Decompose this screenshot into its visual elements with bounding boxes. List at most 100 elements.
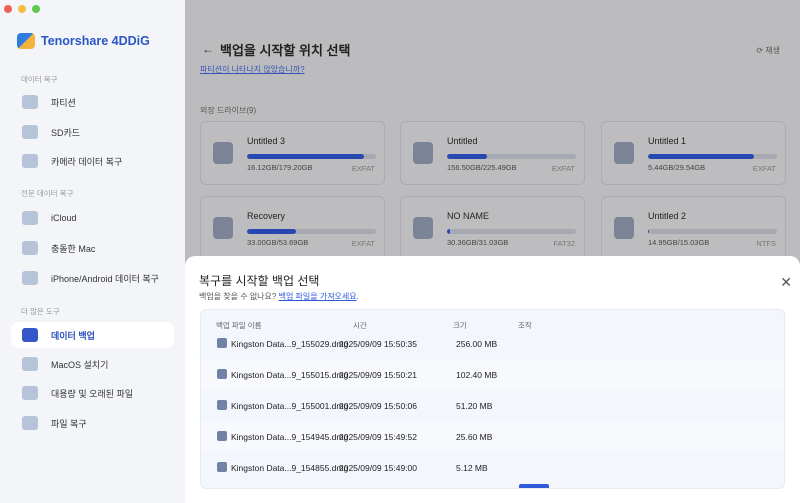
scrollbar[interactable] [519,484,549,488]
close-icon[interactable]: ✕ [780,274,792,291]
refresh-button[interactable]: ⟳ 재생 [756,45,780,56]
backup-file-name: Kingston Data...9_155015.dmg [231,370,349,380]
usb-drive-icon [614,217,634,239]
minimize-window-button[interactable] [18,5,26,13]
partition-missing-link[interactable]: 파티션이 나타나지 않았습니까? [200,64,305,75]
backup-time: 2025/09/09 15:50:35 [339,339,417,349]
import-backup-link[interactable]: 백업 파일을 가져오세요 [279,292,357,301]
disk-image-icon [217,400,227,410]
sidebar-item-label: 카메라 데이터 복구 [51,156,123,167]
sidebar-item-label: SD카드 [51,127,81,138]
table-row[interactable]: Kingston Data...9_154855.dmg 2025/09/09 … [201,452,784,483]
table-row[interactable]: Kingston Data...9_155029.dmg 2025/09/09 … [201,328,784,359]
sidebar-item-label: 대용량 및 오래된 파일 [51,388,134,399]
drive-usage-bar [247,154,376,159]
drive-size: 30.36GB/31.03GB [447,238,509,247]
table-row[interactable]: Kingston Data...9_154945.dmg 2025/09/09 … [201,421,784,452]
drive-usage-bar [648,229,777,234]
drive-filesystem: EXFAT [551,164,575,173]
close-window-button[interactable] [4,5,12,13]
page-title: 백업을 시작할 위치 선택 [220,43,351,58]
backup-size: 51.20 MB [456,401,493,411]
drive-card[interactable]: NO NAME 30.36GB/31.03GB FAT32 [400,196,585,260]
backup-file-name: Kingston Data...9_154855.dmg [231,463,349,473]
app-name: Tenorshare 4DDiG [41,34,150,48]
usb-drive-icon [413,217,433,239]
backup-file-name: Kingston Data...9_155001.dmg [231,401,349,411]
backup-time: 2025/09/09 15:49:52 [339,432,417,442]
maximize-window-button[interactable] [32,5,40,13]
drive-filesystem: NTFS [756,239,776,248]
drive-name: Untitled 1 [648,136,687,146]
drive-name: Untitled [447,136,478,146]
usb-drive-icon [413,142,433,164]
sidebar-item-label: 충돌한 Mac [51,243,96,254]
disk-image-icon [217,338,227,348]
backup-file-name: Kingston Data...9_155029.dmg [231,339,349,349]
sidebar-item-label: 데이터 백업 [51,330,95,341]
drive-card[interactable]: Untitled 3 16.12GB/179.20GB EXFAT [200,121,385,185]
disk-image-icon [217,431,227,441]
file-icon [22,386,38,400]
sidebar-item[interactable]: iCloud [11,205,174,231]
backup-icon [22,328,38,342]
crashed-mac-icon [22,241,38,255]
sidebar-section-title: 전문 데이터 복구 [21,189,74,198]
file-repair-icon [22,416,38,430]
period: . [356,292,359,301]
drives-section-label: 외장 드라이브(9) [200,106,257,115]
drive-size: 5.44GB/29.54GB [648,163,706,172]
sidebar-item[interactable]: 파일 복구 [11,410,174,436]
backup-time: 2025/09/09 15:50:06 [339,401,417,411]
phone-recovery-icon [22,271,38,285]
sidebar-item[interactable]: 데이터 백업 [11,322,174,348]
partition-icon [22,95,38,109]
app-logo: Tenorshare 4DDiG [17,33,150,49]
drive-size: 14.95GB/15.03GB [648,238,710,247]
sidebar: Tenorshare 4DDiG 데이터 복구 파티션 SD카드 카메라 데이터 복구… [0,0,185,503]
sidebar-item[interactable]: SD카드 [11,119,174,145]
drive-name: Untitled 3 [247,136,286,146]
drive-usage-bar [447,229,576,234]
sidebar-item[interactable]: MacOS 설치기 [11,351,174,377]
sidebar-item[interactable]: iPhone/Android 데이터 복구 [11,265,174,291]
sidebar-item[interactable]: 카메라 데이터 복구 [11,148,174,174]
subtitle-text: 백업을 찾을 수 없나요? [199,292,277,301]
cloud-icon [22,211,38,225]
drive-card[interactable]: Recovery 33.00GB/53.69GB EXFAT [200,196,385,260]
sidebar-item[interactable]: 대용량 및 오래된 파일 [11,380,174,406]
drive-filesystem: EXFAT [351,164,375,173]
sidebar-item[interactable]: 충돌한 Mac [11,235,174,261]
sidebar-item-label: MacOS 설치기 [51,359,109,370]
backup-select-modal: 복구를 시작할 백업 선택 백업을 찾을 수 없나요? 백업 파일을 가져오세요… [185,256,800,503]
drive-card[interactable]: Untitled 1 5.44GB/29.54GB EXFAT [601,121,786,185]
backup-size: 256.00 MB [456,339,498,349]
drive-filesystem: EXFAT [752,164,776,173]
table-row[interactable]: Kingston Data...9_155015.dmg 2025/09/09 … [201,359,784,390]
drive-usage-bar [247,229,376,234]
drive-card[interactable]: Untitled 156.50GB/225.49GB EXFAT [400,121,585,185]
drive-name: Untitled 2 [648,211,687,221]
drive-name: NO NAME [447,211,490,221]
sidebar-item-label: iPhone/Android 데이터 복구 [51,273,159,284]
drive-size: 33.00GB/53.69GB [247,238,309,247]
modal-subtitle: 백업을 찾을 수 없나요? 백업 파일을 가져오세요. [199,291,359,302]
backup-file-name: Kingston Data...9_154945.dmg [231,432,349,442]
drive-size: 16.12GB/179.20GB [247,163,313,172]
backup-size: 102.40 MB [456,370,498,380]
logo-icon [17,33,35,49]
sidebar-item[interactable]: 파티션 [11,89,174,115]
modal-title: 복구를 시작할 백업 선택 [199,274,320,288]
drive-filesystem: EXFAT [351,239,375,248]
back-arrow-icon[interactable]: ← [202,42,214,56]
usb-drive-icon [213,142,233,164]
sidebar-item-label: iCloud [51,213,77,223]
drive-card[interactable]: Untitled 2 14.95GB/15.03GB NTFS [601,196,786,260]
usb-drive-icon [213,217,233,239]
backup-table: 백업 파일 이름 시간 크기 조작 Kingston Data...9_1550… [200,309,785,489]
table-row[interactable]: Kingston Data...9_155001.dmg 2025/09/09 … [201,390,784,421]
disk-image-icon [217,462,227,472]
sd-card-icon [22,125,38,139]
drive-name: Recovery [247,211,286,221]
refresh-label: 재생 [765,46,780,55]
